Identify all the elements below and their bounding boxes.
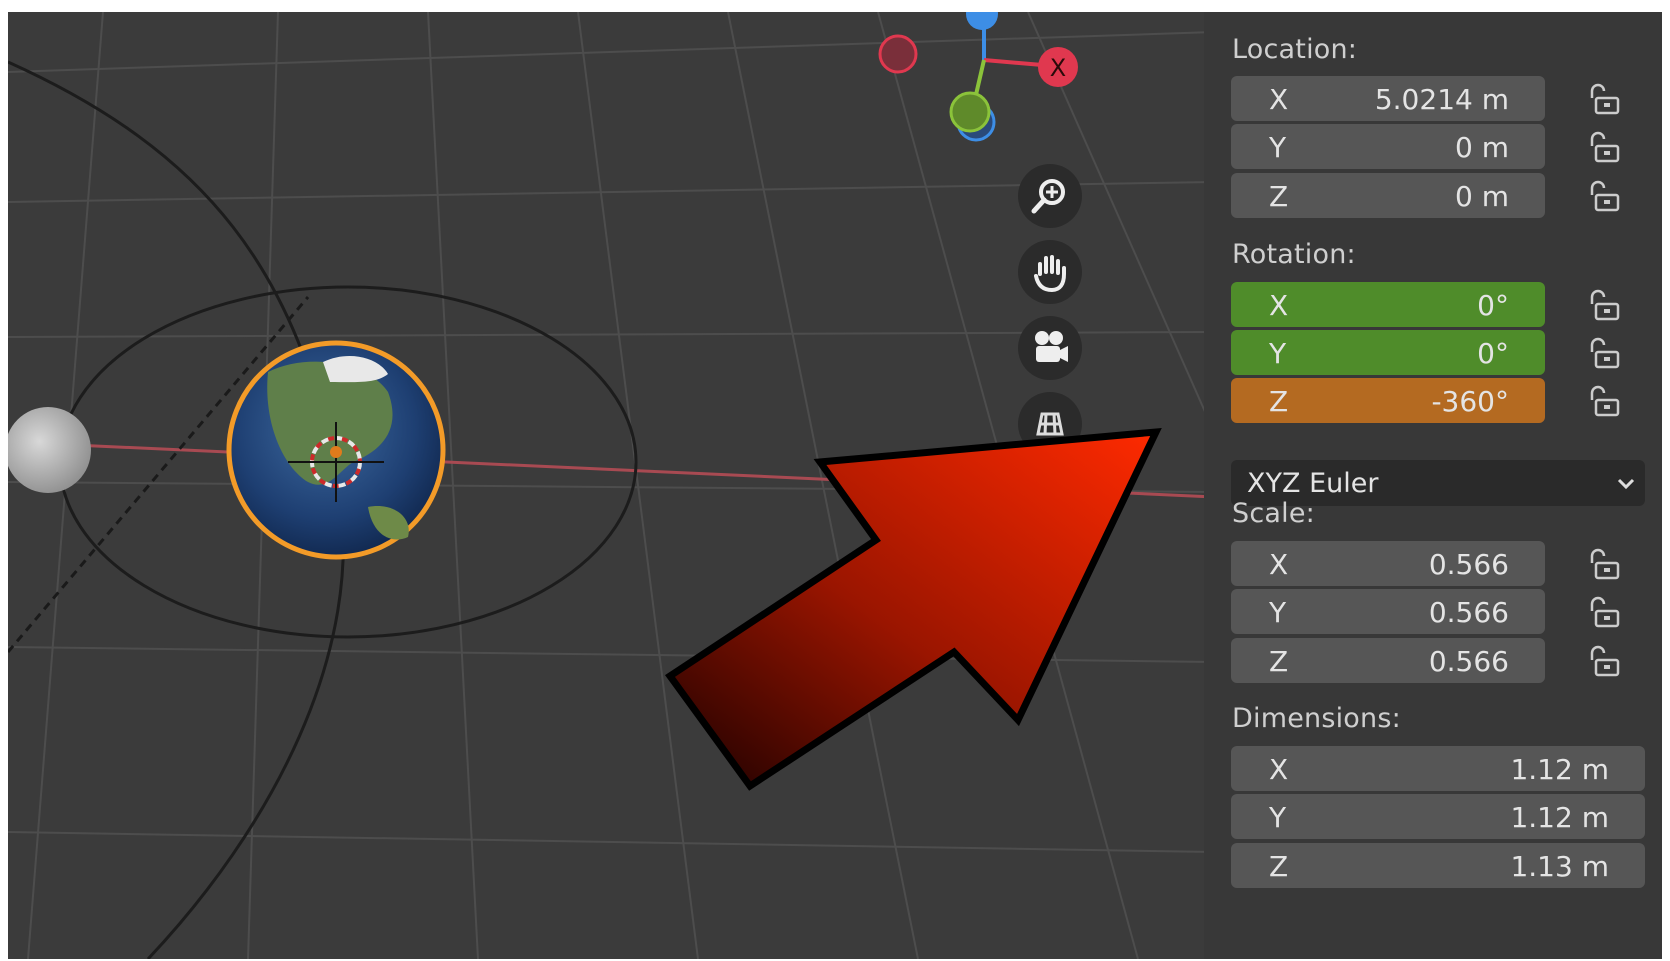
field-value: 1.13 m (1510, 850, 1609, 883)
navigation-gizmo[interactable]: X (868, 12, 1108, 152)
gizmo-x-label: X (1050, 54, 1066, 82)
axis-label: Y (1269, 131, 1287, 164)
camera-view-icon (1035, 331, 1068, 362)
field-value: -360° (1431, 385, 1509, 418)
ortho-grid-icon (1036, 412, 1064, 436)
field-value: 0.566 (1428, 548, 1509, 581)
dimensions-label: Dimensions: (1232, 703, 1401, 734)
field-value: 0.566 (1428, 596, 1509, 629)
axis-label: Z (1269, 180, 1289, 213)
field-value: 1.12 m (1510, 753, 1609, 786)
axis-label: Y (1269, 337, 1287, 370)
hand-pan-icon (1034, 255, 1066, 292)
dimensions-x-field[interactable]: X 1.12 m (1231, 746, 1645, 791)
scale-z-field[interactable]: Z 0.566 (1231, 638, 1545, 683)
unlock-icon[interactable] (1586, 336, 1622, 372)
pan-button[interactable] (1018, 240, 1082, 304)
field-value: 5.0214 m (1374, 83, 1509, 116)
unlock-icon[interactable] (1586, 384, 1622, 420)
axis-label: Z (1269, 385, 1289, 418)
axis-label: X (1269, 753, 1289, 786)
moon-object[interactable] (8, 407, 91, 493)
dimensions-z-field[interactable]: Z 1.13 m (1231, 843, 1645, 888)
rotation-mode-value: XYZ Euler (1247, 468, 1379, 499)
location-z-field[interactable]: Z 0 m (1231, 173, 1545, 218)
rotation-z-field[interactable]: Z -360° (1231, 378, 1545, 423)
unlock-icon[interactable] (1586, 288, 1622, 324)
dimensions-y-field[interactable]: Y 1.12 m (1231, 794, 1645, 839)
location-label: Location: (1232, 34, 1358, 65)
scale-label: Scale: (1232, 498, 1315, 529)
axis-label: Z (1269, 645, 1289, 678)
camera-view-button[interactable] (1018, 316, 1082, 380)
location-y-field[interactable]: Y 0 m (1231, 124, 1545, 169)
axis-label: Y (1269, 596, 1287, 629)
scale-y-field[interactable]: Y 0.566 (1231, 589, 1545, 634)
viewport-scene (8, 12, 1214, 959)
transform-panel: Location: X 5.0214 m Y 0 m Z 0 m Rotatio… (1204, 12, 1662, 959)
field-value: 0° (1477, 289, 1509, 322)
unlock-icon[interactable] (1586, 130, 1622, 166)
axis-label: Z (1269, 850, 1289, 883)
rotation-y-field[interactable]: Y 0° (1231, 330, 1545, 375)
rotation-label: Rotation: (1232, 239, 1356, 270)
unlock-icon[interactable] (1586, 644, 1622, 680)
field-value: 0.566 (1428, 645, 1509, 678)
axis-label: X (1269, 83, 1289, 116)
field-value: 0 m (1455, 131, 1509, 164)
chevron-down-icon (1617, 478, 1635, 490)
zoom-in-icon (1031, 179, 1065, 214)
unlock-icon[interactable] (1586, 179, 1622, 215)
unlock-icon[interactable] (1586, 82, 1622, 118)
axis-label: X (1269, 289, 1289, 322)
floor-grid (8, 12, 1214, 959)
axis-label: Y (1269, 801, 1287, 834)
field-value: 0° (1477, 337, 1509, 370)
axis-label: X (1269, 548, 1289, 581)
zoom-button[interactable] (1018, 164, 1082, 228)
screenshot-frame: X Location: X 5.0214 m Y 0 m Z 0 m Rotat… (8, 12, 1662, 959)
field-value: 0 m (1455, 180, 1509, 213)
unlock-icon[interactable] (1586, 595, 1622, 631)
location-x-field[interactable]: X 5.0214 m (1231, 76, 1545, 121)
unlock-icon[interactable] (1586, 547, 1622, 583)
3d-viewport[interactable]: X (8, 12, 1214, 959)
scale-x-field[interactable]: X 0.566 (1231, 541, 1545, 586)
ortho-toggle-button[interactable] (1018, 392, 1082, 456)
rotation-x-field[interactable]: X 0° (1231, 282, 1545, 327)
field-value: 1.12 m (1510, 801, 1609, 834)
